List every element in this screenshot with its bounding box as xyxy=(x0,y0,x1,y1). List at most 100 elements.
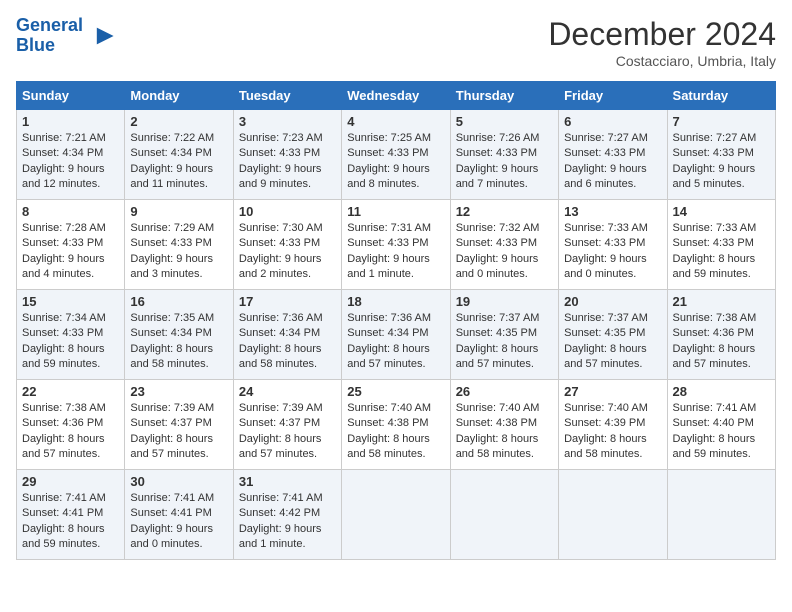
calendar-cell: 11 Sunrise: 7:31 AMSunset: 4:33 PMDayligh… xyxy=(342,200,450,290)
day-info: Sunrise: 7:22 AMSunset: 4:34 PMDaylight:… xyxy=(130,131,227,193)
day-number: 31 xyxy=(239,474,336,489)
day-info: Sunrise: 7:37 AMSunset: 4:35 PMDaylight:… xyxy=(564,311,661,373)
calendar-week-1: 1 Sunrise: 7:21 AMSunset: 4:34 PMDaylight… xyxy=(17,110,776,200)
day-info: Sunrise: 7:30 AMSunset: 4:33 PMDaylight:… xyxy=(239,221,336,283)
day-header-tuesday: Tuesday xyxy=(233,82,341,110)
calendar-cell xyxy=(559,470,667,560)
day-header-saturday: Saturday xyxy=(667,82,775,110)
calendar-cell: 18 Sunrise: 7:36 AMSunset: 4:34 PMDayligh… xyxy=(342,290,450,380)
calendar-cell: 25Sunrise: 7:40 AMSunset: 4:38 PMDayligh… xyxy=(342,380,450,470)
calendar-week-4: 22 Sunrise: 7:38 AMSunset: 4:36 PMDayligh… xyxy=(17,380,776,470)
calendar-cell: 27 Sunrise: 7:40 AMSunset: 4:39 PMDayligh… xyxy=(559,380,667,470)
day-info: Sunrise: 7:32 AMSunset: 4:33 PMDaylight:… xyxy=(456,221,553,283)
day-info: Sunrise: 7:31 AMSunset: 4:33 PMDaylight:… xyxy=(347,221,444,283)
calendar-cell: 5 Sunrise: 7:26 AMSunset: 4:33 PMDaylight… xyxy=(450,110,558,200)
day-number: 24 xyxy=(239,384,336,399)
calendar-cell: 9 Sunrise: 7:29 AMSunset: 4:33 PMDaylight… xyxy=(125,200,233,290)
day-number: 15 xyxy=(22,294,119,309)
title-block: December 2024 Costacciaro, Umbria, Italy xyxy=(548,16,776,69)
day-info: Sunrise: 7:25 AMSunset: 4:33 PMDaylight:… xyxy=(347,131,444,193)
calendar-cell: 1 Sunrise: 7:21 AMSunset: 4:34 PMDaylight… xyxy=(17,110,125,200)
calendar-week-3: 15 Sunrise: 7:34 AMSunset: 4:33 PMDayligh… xyxy=(17,290,776,380)
day-info: Sunrise: 7:34 AMSunset: 4:33 PMDaylight:… xyxy=(22,311,119,373)
calendar-cell: 22 Sunrise: 7:38 AMSunset: 4:36 PMDayligh… xyxy=(17,380,125,470)
day-header-thursday: Thursday xyxy=(450,82,558,110)
day-info: Sunrise: 7:37 AMSunset: 4:35 PMDaylight:… xyxy=(456,311,553,373)
day-info: Sunrise: 7:38 AMSunset: 4:36 PMDaylight:… xyxy=(22,401,119,463)
day-number: 5 xyxy=(456,114,553,129)
day-info: Sunrise: 7:27 AMSunset: 4:33 PMDaylight:… xyxy=(673,131,770,193)
calendar-cell: 8 Sunrise: 7:28 AMSunset: 4:33 PMDaylight… xyxy=(17,200,125,290)
day-info: Sunrise: 7:39 AMSunset: 4:37 PMDaylight:… xyxy=(130,401,227,463)
day-info: Sunrise: 7:41 AMSunset: 4:40 PMDaylight:… xyxy=(673,401,770,463)
logo: GeneralBlue xyxy=(16,16,115,56)
day-number: 11 xyxy=(347,204,444,219)
day-number: 26 xyxy=(456,384,553,399)
calendar-cell: 29 Sunrise: 7:41 AMSunset: 4:41 PMDayligh… xyxy=(17,470,125,560)
day-info: Sunrise: 7:41 AMSunset: 4:41 PMDaylight:… xyxy=(130,491,227,553)
calendar-cell: 15 Sunrise: 7:34 AMSunset: 4:33 PMDayligh… xyxy=(17,290,125,380)
calendar-cell: 24 Sunrise: 7:39 AMSunset: 4:37 PMDayligh… xyxy=(233,380,341,470)
calendar-cell xyxy=(342,470,450,560)
calendar-cell: 28 Sunrise: 7:41 AMSunset: 4:40 PMDayligh… xyxy=(667,380,775,470)
day-info: Sunrise: 7:40 AMSunset: 4:39 PMDaylight:… xyxy=(564,401,661,463)
day-info: Sunrise: 7:36 AMSunset: 4:34 PMDaylight:… xyxy=(347,311,444,373)
day-number: 12 xyxy=(456,204,553,219)
calendar-cell: 17 Sunrise: 7:36 AMSunset: 4:34 PMDayligh… xyxy=(233,290,341,380)
calendar-cell: 26Sunrise: 7:40 AMSunset: 4:38 PMDayligh… xyxy=(450,380,558,470)
day-number: 1 xyxy=(22,114,119,129)
day-number: 13 xyxy=(564,204,661,219)
day-number: 3 xyxy=(239,114,336,129)
day-header-friday: Friday xyxy=(559,82,667,110)
calendar-cell xyxy=(450,470,558,560)
day-info: Sunrise: 7:33 AMSunset: 4:33 PMDaylight:… xyxy=(673,221,770,283)
day-number: 30 xyxy=(130,474,227,489)
page-header: GeneralBlue December 2024 Costacciaro, U… xyxy=(16,16,776,69)
day-number: 7 xyxy=(673,114,770,129)
day-number: 16 xyxy=(130,294,227,309)
calendar-cell: 21Sunrise: 7:38 AMSunset: 4:36 PMDayligh… xyxy=(667,290,775,380)
day-number: 27 xyxy=(564,384,661,399)
day-number: 21 xyxy=(673,294,770,309)
day-info: Sunrise: 7:39 AMSunset: 4:37 PMDaylight:… xyxy=(239,401,336,463)
calendar-cell xyxy=(667,470,775,560)
day-number: 17 xyxy=(239,294,336,309)
day-info: Sunrise: 7:23 AMSunset: 4:33 PMDaylight:… xyxy=(239,131,336,193)
calendar-cell: 31Sunrise: 7:41 AMSunset: 4:42 PMDayligh… xyxy=(233,470,341,560)
day-info: Sunrise: 7:26 AMSunset: 4:33 PMDaylight:… xyxy=(456,131,553,193)
day-number: 10 xyxy=(239,204,336,219)
day-header-monday: Monday xyxy=(125,82,233,110)
logo-text: GeneralBlue xyxy=(16,16,83,56)
calendar-cell: 20Sunrise: 7:37 AMSunset: 4:35 PMDayligh… xyxy=(559,290,667,380)
day-info: Sunrise: 7:29 AMSunset: 4:33 PMDaylight:… xyxy=(130,221,227,283)
day-number: 19 xyxy=(456,294,553,309)
day-number: 22 xyxy=(22,384,119,399)
day-info: Sunrise: 7:41 AMSunset: 4:41 PMDaylight:… xyxy=(22,491,119,553)
calendar-cell: 30 Sunrise: 7:41 AMSunset: 4:41 PMDayligh… xyxy=(125,470,233,560)
day-info: Sunrise: 7:33 AMSunset: 4:33 PMDaylight:… xyxy=(564,221,661,283)
calendar-cell: 16 Sunrise: 7:35 AMSunset: 4:34 PMDayligh… xyxy=(125,290,233,380)
day-number: 28 xyxy=(673,384,770,399)
day-info: Sunrise: 7:40 AMSunset: 4:38 PMDaylight:… xyxy=(347,401,444,463)
day-info: Sunrise: 7:27 AMSunset: 4:33 PMDaylight:… xyxy=(564,131,661,193)
calendar-cell: 14 Sunrise: 7:33 AMSunset: 4:33 PMDayligh… xyxy=(667,200,775,290)
day-info: Sunrise: 7:36 AMSunset: 4:34 PMDaylight:… xyxy=(239,311,336,373)
calendar-table: SundayMondayTuesdayWednesdayThursdayFrid… xyxy=(16,81,776,560)
day-info: Sunrise: 7:28 AMSunset: 4:33 PMDaylight:… xyxy=(22,221,119,283)
calendar-cell: 13 Sunrise: 7:33 AMSunset: 4:33 PMDayligh… xyxy=(559,200,667,290)
day-number: 8 xyxy=(22,204,119,219)
day-info: Sunrise: 7:35 AMSunset: 4:34 PMDaylight:… xyxy=(130,311,227,373)
day-number: 4 xyxy=(347,114,444,129)
calendar-cell: 7 Sunrise: 7:27 AMSunset: 4:33 PMDaylight… xyxy=(667,110,775,200)
day-number: 9 xyxy=(130,204,227,219)
calendar-cell: 2Sunrise: 7:22 AMSunset: 4:34 PMDaylight… xyxy=(125,110,233,200)
day-info: Sunrise: 7:21 AMSunset: 4:34 PMDaylight:… xyxy=(22,131,119,193)
day-header-sunday: Sunday xyxy=(17,82,125,110)
day-number: 23 xyxy=(130,384,227,399)
calendar-week-2: 8 Sunrise: 7:28 AMSunset: 4:33 PMDaylight… xyxy=(17,200,776,290)
day-number: 18 xyxy=(347,294,444,309)
day-number: 6 xyxy=(564,114,661,129)
location-subtitle: Costacciaro, Umbria, Italy xyxy=(548,53,776,69)
day-number: 29 xyxy=(22,474,119,489)
day-number: 14 xyxy=(673,204,770,219)
